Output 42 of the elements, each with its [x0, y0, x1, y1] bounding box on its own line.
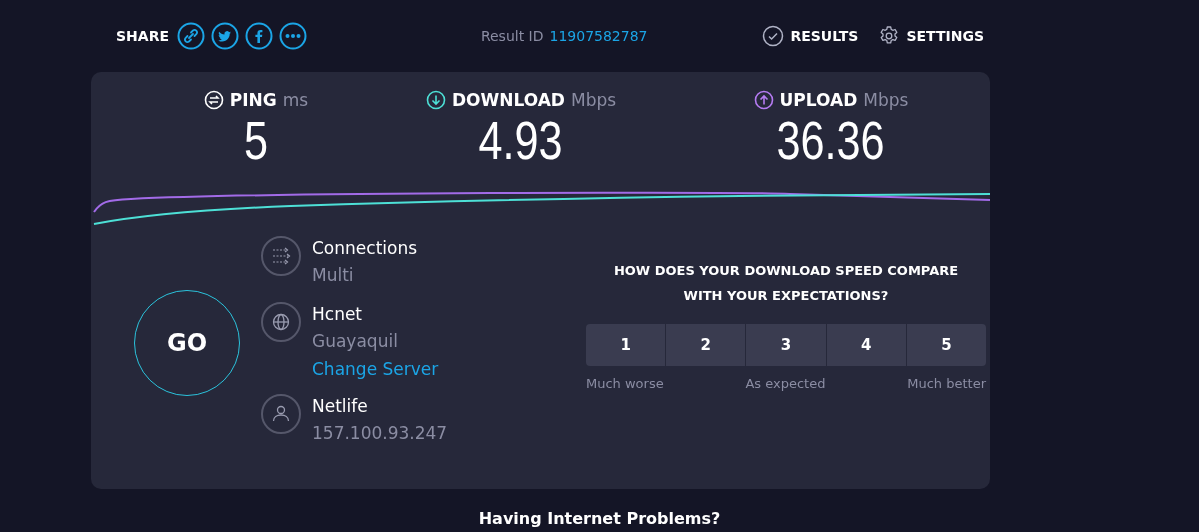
info-detail: Guayaquil	[312, 330, 399, 353]
info-title: Netlife	[312, 395, 369, 418]
rating-question: HOW DOES YOUR DOWNLOAD SPEED COMPARE WITH YOUR EXPECTATIONS?	[612, 262, 960, 305]
scale-label: Much worse	[586, 376, 664, 391]
result-id-link[interactable]: 11907582787	[549, 28, 648, 44]
rating-option[interactable]: 4	[826, 324, 906, 366]
scale-label: As expected	[745, 376, 826, 391]
change-server-link[interactable]: Change Server	[312, 356, 439, 382]
rating-option[interactable]: 3	[746, 324, 826, 366]
section-heading: Having Internet Problems?	[477, 509, 722, 529]
twitter-icon[interactable]	[211, 22, 239, 50]
ping-icon	[203, 90, 224, 110]
info-title: Hcnet	[312, 303, 364, 326]
globe-icon	[261, 302, 301, 342]
share-label: SHARE	[116, 28, 169, 44]
metric-unit: Mbps	[570, 90, 617, 110]
download-icon	[425, 90, 446, 110]
metric-unit: ms	[282, 90, 309, 110]
scale-label: Much better	[907, 376, 986, 391]
more-icon[interactable]	[279, 22, 307, 50]
results-link[interactable]: RESULTS	[790, 28, 859, 44]
metric-label: PING	[229, 90, 277, 110]
metric-label: UPLOAD	[779, 90, 858, 110]
info-detail: 157.100.93.247	[312, 422, 448, 445]
metric-unit: Mbps	[863, 90, 909, 110]
metric-value: 5	[243, 110, 268, 170]
rating-option[interactable]: 1	[586, 324, 666, 366]
metric-value: 36.36	[776, 110, 886, 170]
info-title: Connections	[312, 237, 418, 260]
rating-option[interactable]: 2	[666, 324, 746, 366]
facebook-icon[interactable]	[245, 22, 273, 50]
rating-option[interactable]: 5	[906, 324, 986, 366]
check-circle-icon[interactable]	[762, 25, 785, 47]
arrows-icon	[261, 236, 301, 276]
result-id-label: Result ID	[480, 28, 544, 44]
metric-value: 4.93	[478, 110, 564, 170]
settings-link[interactable]: SETTINGS	[906, 28, 984, 44]
metric-label: DOWNLOAD	[451, 90, 565, 110]
upload-icon	[753, 90, 774, 110]
info-detail: Multi	[312, 264, 355, 287]
person-icon	[261, 394, 301, 434]
link-icon[interactable]	[177, 22, 205, 50]
